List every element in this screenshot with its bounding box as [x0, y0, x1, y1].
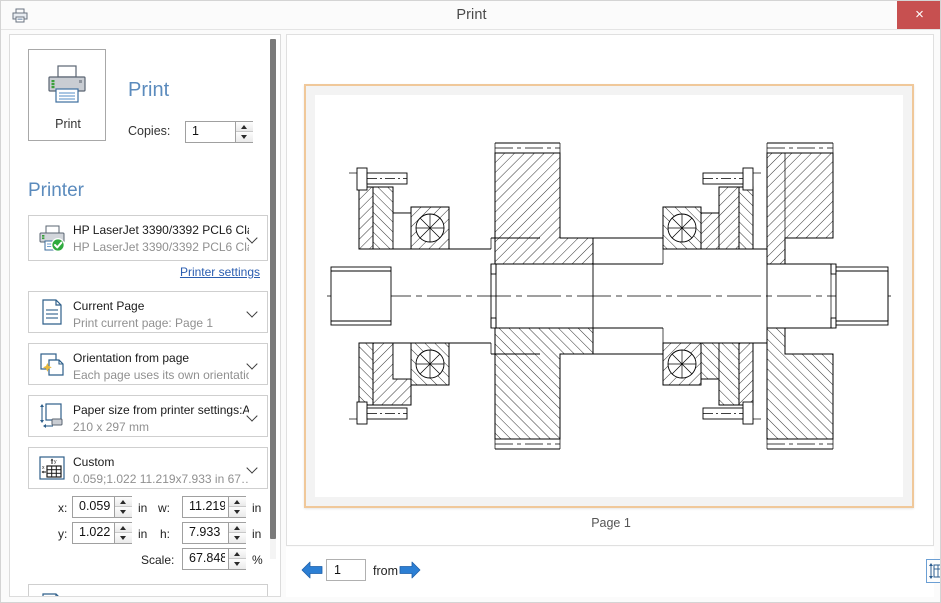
y-label: y: [58, 527, 68, 541]
printer-heading: Printer [28, 180, 84, 201]
scale-input[interactable] [189, 551, 225, 565]
paper-size-icon [37, 401, 67, 431]
stepper-up-icon[interactable] [236, 122, 253, 132]
copies-stepper-buttons[interactable] [235, 122, 253, 142]
scale-unit: % [252, 553, 263, 567]
width-stepper-buttons[interactable] [228, 497, 246, 517]
orientation-icon [37, 349, 67, 379]
scale-mode-secondary: 0.059;1.022 11.219x7.933 in 67…. [73, 472, 249, 486]
print-heading: Print [128, 79, 170, 101]
arrow-left-icon [301, 561, 323, 579]
printer-ok-icon [37, 223, 67, 253]
x-unit: in [138, 501, 148, 515]
printer-subtitle: HP LaserJet 3390/3392 PCL6 Clas… [73, 240, 249, 254]
scale-stepper-buttons[interactable] [228, 549, 246, 569]
orientation-select[interactable]: Orientation from page Each page uses its… [28, 343, 268, 385]
stepper-up-icon[interactable] [115, 523, 132, 533]
paper-size-secondary: 210 x 297 mm [73, 420, 150, 434]
print-button[interactable]: Print [28, 49, 106, 141]
settings-panel: Print Print Copies: Printer [9, 34, 281, 597]
preview-page [304, 84, 914, 508]
page-range-primary: Current Page [73, 299, 145, 313]
x-label: x: [58, 501, 68, 515]
width-stepper[interactable] [182, 496, 246, 518]
x-stepper-buttons[interactable] [114, 497, 132, 517]
height-input[interactable] [189, 525, 225, 539]
chevron-down-icon[interactable] [247, 462, 259, 474]
chevron-down-icon[interactable] [247, 306, 259, 318]
page-range-select[interactable]: Current Page Print current page: Page 1 [28, 291, 268, 333]
printer-settings-link[interactable]: Printer settings [180, 265, 260, 279]
close-button[interactable]: × [897, 1, 940, 29]
arrow-right-icon [399, 561, 421, 579]
height-label: h: [160, 527, 171, 541]
stepper-down-icon[interactable] [229, 533, 246, 543]
scrollbar-thumb[interactable] [270, 39, 276, 539]
stepper-down-icon[interactable] [115, 507, 132, 517]
window-title: Print [456, 7, 487, 23]
printer-select[interactable]: HP LaserJet 3390/3392 PCL6 Clas… HP Lase… [28, 215, 268, 261]
height-unit: in [252, 527, 262, 541]
print-button-label: Print [55, 117, 81, 131]
page-number-input[interactable] [332, 562, 362, 578]
title-bar: Print × [1, 1, 940, 30]
y-unit: in [138, 527, 148, 541]
printer-name: HP LaserJet 3390/3392 PCL6 Clas… [73, 223, 249, 237]
page-number-input-wrap[interactable] [326, 559, 366, 581]
y-stepper[interactable] [72, 522, 132, 544]
chevron-down-icon[interactable] [247, 358, 259, 370]
custom-scale-icon: y x [37, 453, 67, 483]
chevron-down-icon[interactable] [247, 232, 259, 244]
orientation-primary: Orientation from page [73, 351, 190, 365]
stepper-up-icon[interactable] [115, 497, 132, 507]
split-pages-select[interactable]: Don't split on pages [28, 584, 268, 596]
y-stepper-buttons[interactable] [114, 523, 132, 543]
previous-page-button[interactable] [301, 561, 323, 579]
scale-mode-primary: Custom [73, 455, 115, 469]
page-range-secondary: Print current page: Page 1 [73, 316, 214, 330]
height-stepper[interactable] [182, 522, 246, 544]
printer-icon [43, 64, 91, 108]
stepper-up-icon[interactable] [229, 549, 246, 559]
height-stepper-buttons[interactable] [228, 523, 246, 543]
document-icon [37, 590, 67, 596]
x-stepper[interactable] [72, 496, 132, 518]
stepper-down-icon[interactable] [236, 132, 253, 142]
stepper-up-icon[interactable] [229, 523, 246, 533]
print-dialog: Print × Print Print Copies: 1 Printer HP… [0, 0, 941, 603]
stepper-up-icon[interactable] [229, 497, 246, 507]
copies-label: Copies: [128, 124, 171, 138]
settings-scrollbar[interactable] [270, 39, 276, 559]
shaft-gear-bearing-cross-section-drawing [327, 142, 891, 450]
paper-size-primary: Paper size from printer settings:A4 [73, 403, 249, 417]
scale-mode-select[interactable]: y x Custom 0.059;1.022 11.219x7.933 in 6… [28, 447, 268, 489]
print-preview[interactable]: Page 1 [286, 34, 934, 546]
stepper-down-icon[interactable] [115, 533, 132, 543]
width-unit: in [252, 501, 262, 515]
chevron-down-icon[interactable] [247, 410, 259, 422]
width-label: w: [158, 501, 170, 515]
preview-toolbar: from 53% [286, 547, 940, 597]
close-icon: × [915, 6, 924, 23]
next-page-button[interactable] [399, 561, 421, 579]
orientation-secondary: Each page uses its own orientation [73, 368, 249, 382]
fit-page-icon[interactable] [926, 559, 940, 583]
preview-page-content [315, 95, 903, 497]
y-input[interactable] [79, 525, 111, 539]
scale-label: Scale: [141, 553, 175, 567]
page-caption: Page 1 [591, 516, 631, 530]
stepper-down-icon[interactable] [229, 507, 246, 517]
paper-size-select[interactable]: Paper size from printer settings:A4 210 … [28, 395, 268, 437]
copies-stepper[interactable] [185, 121, 253, 143]
stepper-down-icon[interactable] [229, 559, 246, 569]
document-icon [37, 297, 67, 327]
x-input[interactable] [79, 499, 111, 513]
scale-stepper[interactable] [182, 548, 246, 570]
width-input[interactable] [189, 499, 225, 513]
copies-input[interactable] [192, 124, 232, 138]
from-label: from [373, 564, 398, 578]
